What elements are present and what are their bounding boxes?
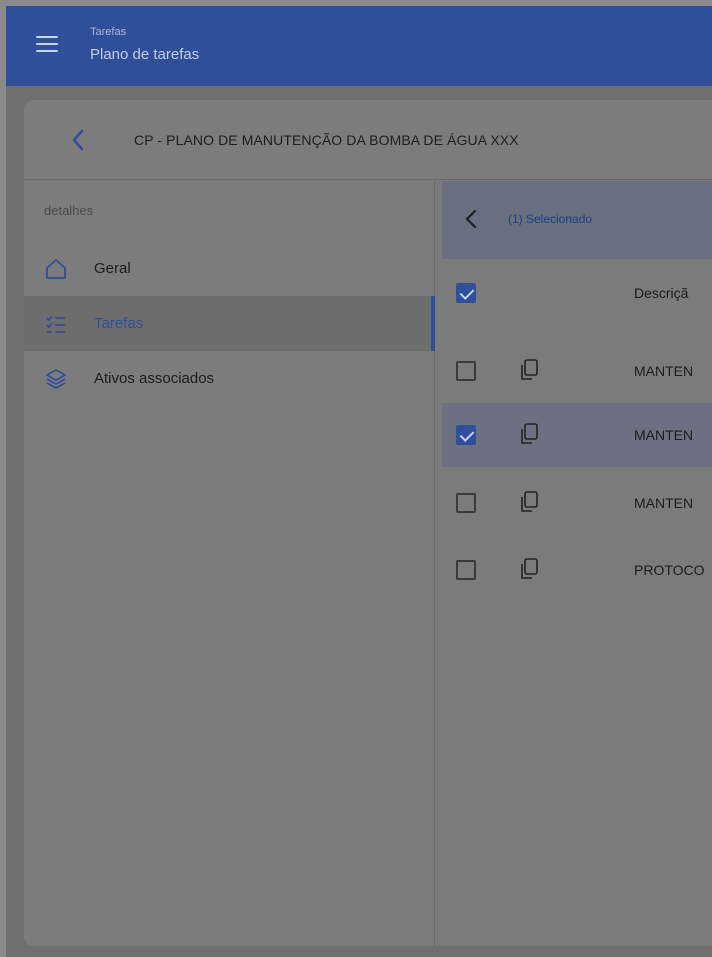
hamburger-menu-icon[interactable]	[36, 36, 58, 54]
plan-header: CP - PLANO DE MANUTENÇÃO DA BOMBA DE ÁGU…	[24, 100, 712, 180]
row-checkbox[interactable]	[456, 361, 476, 381]
row-checkbox[interactable]	[456, 560, 476, 580]
chevron-left-icon[interactable]	[68, 128, 90, 152]
task-description: MANTEN	[634, 427, 694, 443]
row-checkbox[interactable]	[456, 493, 476, 513]
sidebar-item-label: Geral	[94, 260, 131, 277]
table-row[interactable]: MANTEN	[442, 471, 712, 535]
sidebar-item-label: Ativos associados	[94, 370, 215, 387]
selection-count: (1) Selecionado	[508, 212, 593, 226]
details-sidebar: detalhes Geral Tarefas Ativos associados	[24, 181, 435, 946]
copy-icon[interactable]	[516, 421, 542, 447]
app-bar-subtitle: Plano de tarefas	[90, 46, 200, 63]
plan-title: CP - PLANO DE MANUTENÇÃO DA BOMBA DE ÁGU…	[134, 132, 519, 148]
table-row[interactable]: MANTEN	[442, 339, 712, 403]
table-header-row: Descriçã	[442, 261, 712, 325]
sidebar-item-label: Tarefas	[94, 315, 144, 332]
table-row[interactable]: MANTEN	[442, 403, 712, 467]
column-header-descricao: Descriçã	[634, 285, 689, 301]
sidebar-item-ativos-associados[interactable]: Ativos associados	[24, 351, 435, 406]
checklist-icon	[44, 312, 68, 336]
task-description: MANTEN	[634, 495, 694, 511]
copy-icon[interactable]	[516, 357, 542, 383]
home-icon	[44, 257, 68, 281]
sidebar-item-tarefas[interactable]: Tarefas	[24, 296, 435, 351]
select-all-checkbox[interactable]	[456, 283, 476, 303]
row-checkbox[interactable]	[456, 425, 476, 445]
plan-card: CP - PLANO DE MANUTENÇÃO DA BOMBA DE ÁGU…	[24, 100, 712, 946]
tasks-panel: (1) Selecionado Descriçã MANTEN MANTEN M…	[436, 181, 712, 946]
task-description: PROTOCO	[634, 562, 705, 578]
app-bar-title: Tarefas	[90, 26, 127, 38]
selection-bar: (1) Selecionado	[442, 181, 712, 259]
sidebar-section-label: detalhes	[44, 203, 94, 218]
task-description: MANTEN	[634, 363, 694, 379]
copy-icon[interactable]	[516, 556, 542, 582]
layers-icon	[44, 367, 68, 391]
copy-icon[interactable]	[516, 489, 542, 515]
table-row[interactable]: PROTOCO	[442, 538, 712, 602]
chevron-left-icon[interactable]	[462, 207, 480, 231]
app-bar: Tarefas Plano de tarefas	[6, 6, 712, 86]
frame-edge	[0, 0, 6, 957]
sidebar-item-geral[interactable]: Geral	[24, 241, 435, 296]
